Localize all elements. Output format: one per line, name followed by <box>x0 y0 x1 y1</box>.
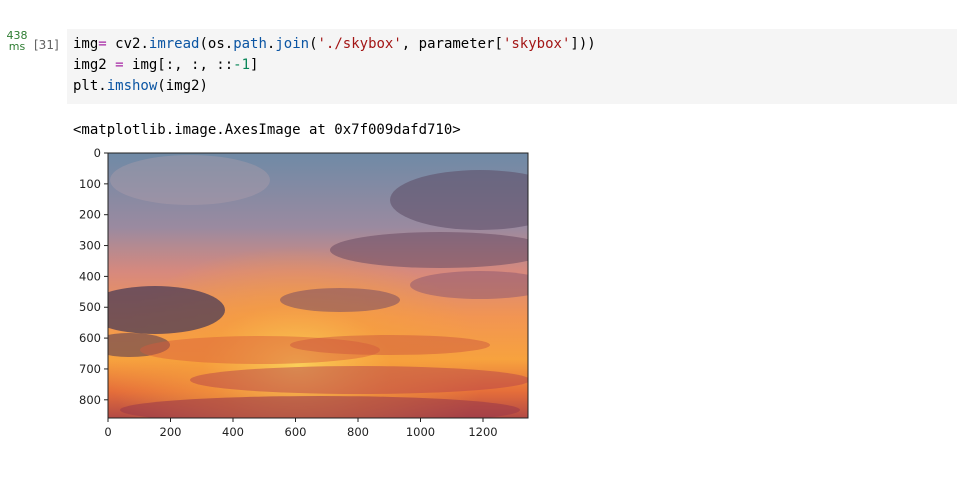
cloud <box>330 232 528 268</box>
y-tick-label: 700 <box>79 362 101 376</box>
code-token: ( <box>309 36 318 52</box>
cloud <box>190 366 528 394</box>
execution-time-unit: ms <box>8 40 26 53</box>
cloud <box>120 396 520 418</box>
execution-time: 438 ms <box>4 30 30 52</box>
code-token: path <box>233 36 267 52</box>
y-tick-label: 200 <box>79 208 101 222</box>
notebook-cell: 438 ms [31] img= cv2.imread(os.path.join… <box>0 0 957 498</box>
y-tick-label: 100 <box>79 177 101 191</box>
code-token: plt. <box>73 78 107 94</box>
cloud <box>290 335 490 355</box>
output-repr: <matplotlib.image.AxesImage at 0x7f009da… <box>73 122 461 138</box>
code-token: ])) <box>570 36 596 52</box>
execution-count[interactable]: [31] <box>34 38 59 52</box>
code-token: img <box>73 36 99 52</box>
imshow-plot: 0 100 200 300 400 500 600 700 800 0 200 400 600 800 1… <box>79 146 529 439</box>
x-tick-label: 1000 <box>406 425 435 439</box>
y-tick-label: 600 <box>79 331 101 345</box>
x-tick-label: 200 <box>160 425 182 439</box>
x-tick-label: 800 <box>347 425 369 439</box>
sky-image <box>108 153 528 418</box>
cloud <box>410 271 528 299</box>
x-tick-label: 400 <box>222 425 244 439</box>
code-line-2[interactable]: img2 = img[:, :, ::-1] <box>73 57 258 73</box>
code-token: img[:, :, :: <box>123 57 234 73</box>
x-axis: 0 200 400 600 800 1000 1200 <box>104 418 498 439</box>
code-token: , parameter[ <box>401 36 503 52</box>
x-tick-label: 0 <box>104 425 111 439</box>
code-token: img2 <box>73 57 116 73</box>
code-token: imshow <box>106 78 158 94</box>
code-line-1[interactable]: img= cv2.imread(os.path.join('./skybox',… <box>73 36 596 52</box>
y-tick-label: 400 <box>79 269 101 283</box>
y-tick-label: 500 <box>79 300 101 314</box>
code-token: (img2) <box>157 78 208 94</box>
cloud <box>280 288 400 312</box>
code-token: cv2. <box>106 36 149 52</box>
code-line-3[interactable]: plt.imshow(img2) <box>73 78 208 94</box>
code-token: = <box>98 36 107 52</box>
x-tick-label: 1200 <box>468 425 497 439</box>
code-token: (os. <box>199 36 234 52</box>
code-token: -1 <box>233 57 251 73</box>
code-token: imread <box>148 36 200 52</box>
code-token: ] <box>250 57 259 73</box>
code-token: './skybox' <box>317 36 402 52</box>
code-token: join <box>275 36 310 52</box>
cloud <box>110 155 270 205</box>
y-axis: 0 100 200 300 400 500 600 700 800 <box>79 146 108 407</box>
y-tick-label: 800 <box>79 393 101 407</box>
y-tick-label: 0 <box>94 146 101 160</box>
code-editor[interactable]: img= cv2.imread(os.path.join('./skybox',… <box>67 29 957 104</box>
cloud <box>108 286 225 334</box>
y-tick-label: 300 <box>79 239 101 253</box>
code-token: = <box>115 57 124 73</box>
code-token: 'skybox' <box>502 36 571 52</box>
x-tick-label: 600 <box>285 425 307 439</box>
